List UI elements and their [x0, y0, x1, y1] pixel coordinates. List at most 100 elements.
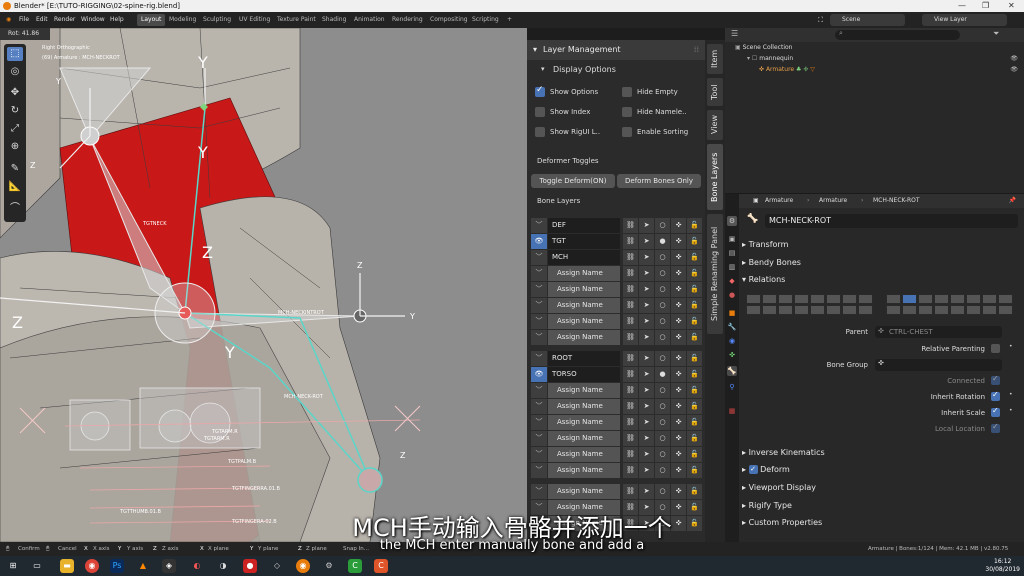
dot-icon[interactable]: ○ [655, 282, 670, 297]
lock-icon[interactable]: 🔓 [687, 383, 702, 398]
lock-icon[interactable]: 🔓 [687, 351, 702, 366]
bone-deform-icon[interactable]: ⛓ [623, 399, 638, 414]
bone-layer-row[interactable]: ﹀ Assign Name ⛓ ➤ ○ ✜ 🔓 [531, 463, 702, 478]
dot-icon[interactable]: ○ [655, 298, 670, 313]
steam-icon[interactable]: ◑ [216, 559, 230, 573]
restrict-select-icon[interactable]: ➤ [639, 330, 654, 345]
bone-layer-toggle[interactable] [794, 294, 809, 304]
lock-icon[interactable]: 🔓 [687, 367, 702, 382]
chrome-icon[interactable]: ◉ [85, 559, 99, 573]
tab-rendering[interactable]: Rendering [388, 14, 427, 26]
dot-icon[interactable]: ○ [655, 484, 670, 499]
bone-layer-toggle[interactable] [842, 305, 857, 315]
bone-layer-toggle[interactable] [902, 305, 917, 315]
layer-visibility-icon[interactable]: 👁 [531, 367, 547, 382]
texture-tab-icon[interactable]: ▦ [727, 406, 737, 416]
bone-constraint-tab-icon[interactable]: ⚲ [727, 382, 737, 392]
lock-icon[interactable]: 🔓 [687, 447, 702, 462]
restrict-select-icon[interactable]: ➤ [639, 218, 654, 233]
layer-name[interactable]: Assign Name [548, 415, 620, 430]
bone-color-icon[interactable]: ✜ [671, 314, 686, 329]
bone-layer-toggle[interactable] [858, 294, 873, 304]
dot-icon[interactable]: ○ [655, 463, 670, 478]
tab-shading[interactable]: Shading [318, 14, 350, 26]
menu-help[interactable]: Help [110, 12, 124, 28]
tab-compositing[interactable]: Compositing [426, 14, 472, 26]
bone-layer-row[interactable]: ﹀ Assign Name ⛓ ➤ ○ ✜ 🔓 [531, 484, 702, 499]
bone-layer-row[interactable]: ﹀ Assign Name ⛓ ➤ ○ ✜ 🔓 [531, 447, 702, 462]
taskbar-clock[interactable]: 16:12 30/08/2019 [985, 558, 1020, 574]
restrict-select-icon[interactable]: ➤ [639, 282, 654, 297]
bone-layer-row[interactable]: ﹀ Assign Name ⛓ ➤ ○ ✜ 🔓 [531, 383, 702, 398]
bone-deform-icon[interactable]: ⛓ [623, 218, 638, 233]
section-viewport-display[interactable]: ▸ Viewport Display [742, 480, 1022, 495]
bone-color-icon[interactable]: ✜ [671, 266, 686, 281]
enable-sorting-checkbox[interactable] [622, 127, 632, 137]
lock-icon[interactable]: 🔓 [687, 399, 702, 414]
bone-layer-toggle[interactable] [778, 294, 793, 304]
tool-tab-icon[interactable]: ⚙ [727, 216, 737, 226]
output-tab-icon[interactable]: ▤ [727, 248, 737, 258]
bone-color-icon[interactable]: ✜ [671, 484, 686, 499]
bone-color-icon[interactable]: ✜ [671, 218, 686, 233]
restrict-select-icon[interactable]: ➤ [639, 447, 654, 462]
section-bendy-bones[interactable]: ▸ Bendy Bones [742, 255, 1022, 270]
tab-animation[interactable]: Animation [350, 14, 389, 26]
dot-icon[interactable]: ○ [655, 266, 670, 281]
layer-visibility-icon[interactable]: 👁 [531, 234, 547, 249]
measure-icon[interactable]: 📐 [7, 180, 23, 194]
tab-item[interactable]: Item [707, 44, 723, 74]
bone-layer-toggle[interactable] [982, 294, 997, 304]
world-tab-icon[interactable]: ● [727, 290, 737, 300]
layer-name[interactable]: Assign Name [548, 431, 620, 446]
cursor-icon[interactable]: ◎ [7, 65, 23, 79]
deform-bones-only-button[interactable]: Deform Bones Only [617, 174, 701, 188]
dot-icon[interactable]: ○ [655, 383, 670, 398]
restrict-select-icon[interactable]: ➤ [639, 484, 654, 499]
toggle-deform-button[interactable]: Toggle Deform(ON) [531, 174, 615, 188]
restrict-select-icon[interactable]: ➤ [639, 298, 654, 313]
bone-deform-icon[interactable]: ⛓ [623, 447, 638, 462]
layer-visibility-icon[interactable]: ﹀ [531, 484, 547, 499]
blender-taskbar-icon[interactable]: ◉ [296, 559, 310, 573]
bone-layer-toggle[interactable] [934, 305, 949, 315]
lock-icon[interactable]: 🔓 [687, 266, 702, 281]
bone-layer-row[interactable]: ﹀ Assign Name ⛓ ➤ ○ ✜ 🔓 [531, 431, 702, 446]
bone-color-icon[interactable]: ✜ [671, 330, 686, 345]
bone-color-icon[interactable]: ✜ [671, 447, 686, 462]
drag-handle-icon[interactable]: ⁞⁞ [694, 40, 699, 60]
outliner-row-armature[interactable]: ✜ Armature ♣ ✢ ▽ 👁 [725, 64, 1024, 75]
connected-checkbox[interactable] [991, 374, 1000, 385]
tab-layout[interactable]: Layout [137, 14, 166, 26]
blender-menu-icon[interactable]: ◉ [6, 12, 11, 28]
lock-icon[interactable]: 🔓 [687, 282, 702, 297]
bone-name-field[interactable]: MCH-NECK-ROT [765, 214, 1018, 228]
layer-management-header[interactable]: ▾ Layer Management ⁞⁞ [527, 40, 705, 60]
bone-color-icon[interactable]: ✜ [671, 367, 686, 382]
bone-layer-toggle[interactable] [918, 305, 933, 315]
layer-name[interactable]: DEF [548, 218, 620, 233]
app-icon[interactable]: ◈ [162, 559, 176, 573]
section-inverse-kinematics[interactable]: ▸ Inverse Kinematics [742, 445, 1022, 460]
bone-layer-row[interactable]: ﹀ Assign Name ⛓ ➤ ○ ✜ 🔓 [531, 330, 702, 345]
bone-layer-row[interactable]: ﹀ ROOT ⛓ ➤ ○ ✜ 🔓 [531, 351, 702, 366]
menu-edit[interactable]: Edit [36, 12, 48, 28]
windows-start-icon[interactable]: ⊞ [6, 559, 20, 573]
bone-layer-toggle[interactable] [746, 294, 761, 304]
bone-layer-toggle[interactable] [998, 294, 1013, 304]
lock-icon[interactable]: 🔓 [687, 463, 702, 478]
photoshop-icon[interactable]: Ps [110, 559, 124, 573]
3d-viewport[interactable]: Y Y Z Z Y Y Z Z Y Z Right Orthographic (69) Ar… [0, 28, 527, 542]
layer-visibility-icon[interactable]: ﹀ [531, 266, 547, 281]
layer-name[interactable]: TGT [548, 234, 620, 249]
relative-parenting-checkbox[interactable] [991, 344, 1000, 353]
minimize-icon[interactable]: — [958, 0, 966, 12]
bone-layer-toggle[interactable] [950, 294, 965, 304]
hide-empty-checkbox[interactable] [622, 87, 632, 97]
layer-visibility-icon[interactable]: ﹀ [531, 415, 547, 430]
bone-color-icon[interactable]: ✜ [671, 234, 686, 249]
section-transform[interactable]: ▸ Transform [742, 237, 1022, 252]
visibility-eye-icon[interactable]: 👁 [1010, 64, 1018, 75]
bone-layer-toggle[interactable] [858, 305, 873, 315]
bone-color-icon[interactable]: ✜ [671, 463, 686, 478]
